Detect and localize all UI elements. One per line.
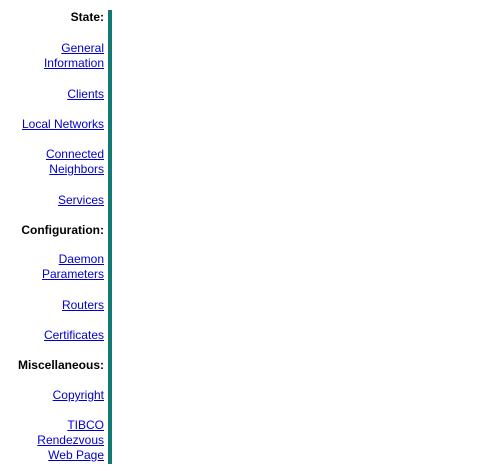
nav-link-label: Routers [61,298,104,312]
nav-link-label: Neighbors [49,162,104,176]
nav-divider-bar [108,10,112,464]
nav-link-label: Information [43,56,104,70]
section-heading-state: State: [70,10,104,24]
nav-link-copyright[interactable]: Copyright [53,388,104,403]
section-heading-configuration: Configuration: [21,223,104,237]
nav-link-general-information[interactable]: General Information [44,41,104,71]
nav-link-routers[interactable]: Routers [62,298,104,313]
nav-link-label: Local Networks [21,117,104,131]
nav-link-label: Clients [67,87,104,101]
nav-link-certificates[interactable]: Certificates [44,328,104,343]
nav-link-label: Daemon [58,252,104,266]
section-heading-miscellaneous: Miscellaneous: [17,358,104,372]
nav-link-local-networks[interactable]: Local Networks [22,117,104,132]
nav-link-clients[interactable]: Clients [67,87,104,102]
page-frame: State: General Information Clients Local… [0,0,482,471]
nav-link-daemon-parameters[interactable]: Daemon Parameters [42,252,104,282]
nav-link-label: General [61,41,104,55]
nav-link-label: Certificates [43,328,104,342]
nav-link-label: TIBCO [67,418,104,432]
nav-link-connected-neighbors[interactable]: Connected Neighbors [46,147,104,177]
nav-link-label: Web Page [48,448,104,462]
nav-link-label: Services [57,193,104,207]
nav-link-label: Connected [45,147,104,161]
nav-link-label: Parameters [41,267,104,281]
nav-link-services[interactable]: Services [58,193,104,208]
nav-link-tibco-web-page[interactable]: TIBCO Rendezvous Web Page [37,418,104,463]
navigation-sidebar: State: General Information Clients Local… [0,0,104,471]
main-content-frame [113,0,482,471]
nav-link-label: Copyright [52,388,104,402]
nav-link-label: Rendezvous [37,433,104,447]
